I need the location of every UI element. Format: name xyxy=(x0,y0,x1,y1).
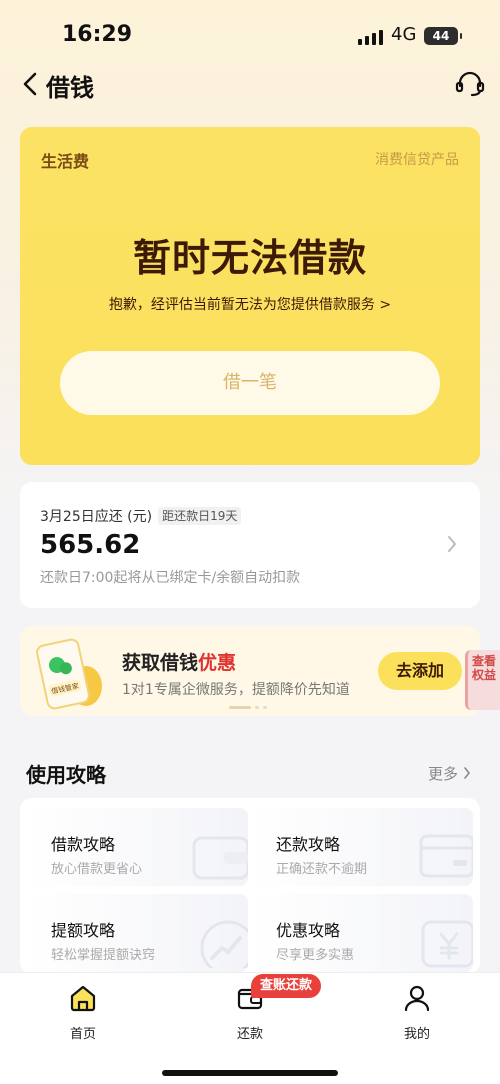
tab-label: 首页 xyxy=(69,1027,96,1042)
headset-icon[interactable] xyxy=(455,70,485,98)
guide-item-subtitle: 放心借款更省心 xyxy=(51,862,143,877)
add-wechat-button[interactable]: 去添加 xyxy=(378,652,462,690)
repayment-date-row: 3月25日应还 (元) 距还款日19天 xyxy=(40,506,242,526)
guide-item-discount[interactable]: 优惠攻略 尽享更多实惠 xyxy=(250,894,473,972)
network-type: 4G xyxy=(391,24,417,45)
tab-label: 我的 xyxy=(403,1027,430,1042)
card-icon xyxy=(419,834,473,878)
benefits-side-tab[interactable]: 查看权益 xyxy=(465,650,500,710)
phone-wechat-icon: 借钱管家 xyxy=(36,638,102,710)
status-time: 16:29 xyxy=(62,22,133,47)
home-indicator xyxy=(162,1070,338,1076)
loan-status-card: 生活费 消费信贷产品 暂时无法借款 抱歉，经评估当前暂无法为您提供借款服务 > … xyxy=(20,127,480,465)
tab-home[interactable]: 首页 xyxy=(38,983,128,1042)
promo-title-highlight: 优惠 xyxy=(198,652,237,674)
product-tag: 生活费 xyxy=(41,152,90,171)
guide-item-subtitle: 尽享更多实惠 xyxy=(276,948,355,963)
bill-badge[interactable]: 查账还款 xyxy=(251,974,322,998)
repayment-amount: 565.62 xyxy=(40,530,141,560)
borrow-button[interactable]: 借一笔 xyxy=(60,351,440,415)
promo-description: 1对1专属企微服务，提额降价先知道 xyxy=(122,682,350,698)
tab-mine[interactable]: 我的 xyxy=(372,983,462,1042)
promo-title: 获取借钱优惠 xyxy=(122,648,236,675)
signal-icon xyxy=(358,29,384,45)
loan-status-reason-link[interactable]: 抱歉，经评估当前暂无法为您提供借款服务 > xyxy=(20,294,480,314)
guide-item-subtitle: 正确还款不逾期 xyxy=(276,862,368,877)
guides-panel: 借款攻略 放心借款更省心 还款攻略 正确还款不逾期 提额攻略 轻松掌握提额诀窍 … xyxy=(20,798,480,974)
chevron-right-icon xyxy=(448,536,456,552)
guide-item-title: 还款攻略 xyxy=(276,835,341,854)
guide-item-title: 提额攻略 xyxy=(51,921,116,940)
user-icon xyxy=(404,985,430,1012)
guide-item-borrow[interactable]: 借款攻略 放心借款更省心 xyxy=(25,808,248,886)
chevron-right-icon[interactable] xyxy=(463,767,471,779)
carousel-indicator xyxy=(229,706,267,709)
bottom-tab-bar: 首页 还款 我的 xyxy=(0,972,500,1084)
product-type: 消费信贷产品 xyxy=(375,152,459,168)
status-bar: 16:29 4G 44 xyxy=(0,0,500,70)
trend-up-icon xyxy=(200,920,248,968)
promo-banner[interactable]: 借钱管家 获取借钱优惠 1对1专属企微服务，提额降价先知道 去添加 xyxy=(20,626,480,716)
guide-item-subtitle: 轻松掌握提额诀窍 xyxy=(51,948,156,963)
guide-item-limit[interactable]: 提额攻略 轻松掌握提额诀窍 xyxy=(25,894,248,972)
page-title: 借钱 xyxy=(46,74,94,102)
chevron-left-icon[interactable] xyxy=(20,70,42,98)
guides-section-title: 使用攻略 xyxy=(26,763,106,787)
loan-status-headline: 暂时无法借款 xyxy=(132,236,367,280)
guide-item-title: 借款攻略 xyxy=(51,835,116,854)
countdown-badge: 距还款日19天 xyxy=(158,507,242,525)
wallet-icon xyxy=(192,836,248,880)
repayment-date-label: 3月25日应还 (元) xyxy=(40,509,153,525)
yen-coupon-icon xyxy=(421,920,473,968)
home-icon xyxy=(70,985,96,1012)
guide-item-repay[interactable]: 还款攻略 正确还款不逾期 xyxy=(250,808,473,886)
guide-item-title: 优惠攻略 xyxy=(276,921,341,940)
auto-debit-note: 还款日7:00起将从已绑定卡/余额自动扣款 xyxy=(40,570,301,586)
battery-icon: 44 xyxy=(424,27,462,45)
repayment-card[interactable]: 3月25日应还 (元) 距还款日19天 565.62 还款日7:00起将从已绑定… xyxy=(20,482,480,608)
promo-title-prefix: 获取借钱 xyxy=(122,652,199,674)
tab-label: 还款 xyxy=(236,1027,263,1042)
guides-more-link[interactable]: 更多 xyxy=(428,763,458,784)
